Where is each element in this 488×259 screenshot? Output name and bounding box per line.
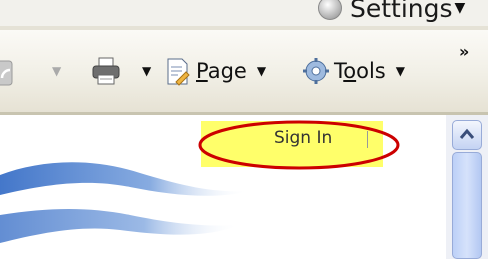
scrollbar-thumb[interactable] bbox=[452, 152, 482, 259]
toolbar-overflow-button[interactable]: » bbox=[459, 42, 469, 61]
scroll-up-button[interactable] bbox=[452, 120, 482, 150]
gear-icon bbox=[303, 58, 329, 84]
print-button[interactable] bbox=[90, 56, 122, 86]
chevron-down-icon: ▼ bbox=[395, 64, 405, 78]
chevron-down-icon: ▼ bbox=[52, 64, 62, 78]
settings-button[interactable]: Settings ▼ bbox=[318, 0, 465, 24]
page-menu-label: Page bbox=[196, 59, 247, 83]
page-icon bbox=[167, 58, 190, 86]
rss-feed-icon bbox=[0, 60, 13, 86]
annotation-ellipse bbox=[198, 120, 400, 170]
chevron-down-icon: ▼ bbox=[142, 64, 152, 78]
chevron-down-icon: ▼ bbox=[256, 64, 267, 78]
tools-menu-button[interactable]: Tools ▼ bbox=[302, 56, 405, 86]
chevron-up-icon bbox=[459, 128, 475, 139]
tools-menu-label: Tools bbox=[334, 59, 386, 83]
settings-label: Settings bbox=[350, 0, 453, 23]
feeds-button[interactable] bbox=[0, 60, 14, 86]
feeds-dropdown[interactable]: ▼ bbox=[52, 64, 61, 78]
print-icon bbox=[92, 57, 120, 85]
chevron-down-icon: ▼ bbox=[454, 0, 466, 16]
page-menu-button[interactable]: Page ▼ bbox=[164, 56, 266, 86]
settings-circle-icon bbox=[318, 0, 342, 20]
print-dropdown[interactable]: ▼ bbox=[142, 64, 151, 78]
